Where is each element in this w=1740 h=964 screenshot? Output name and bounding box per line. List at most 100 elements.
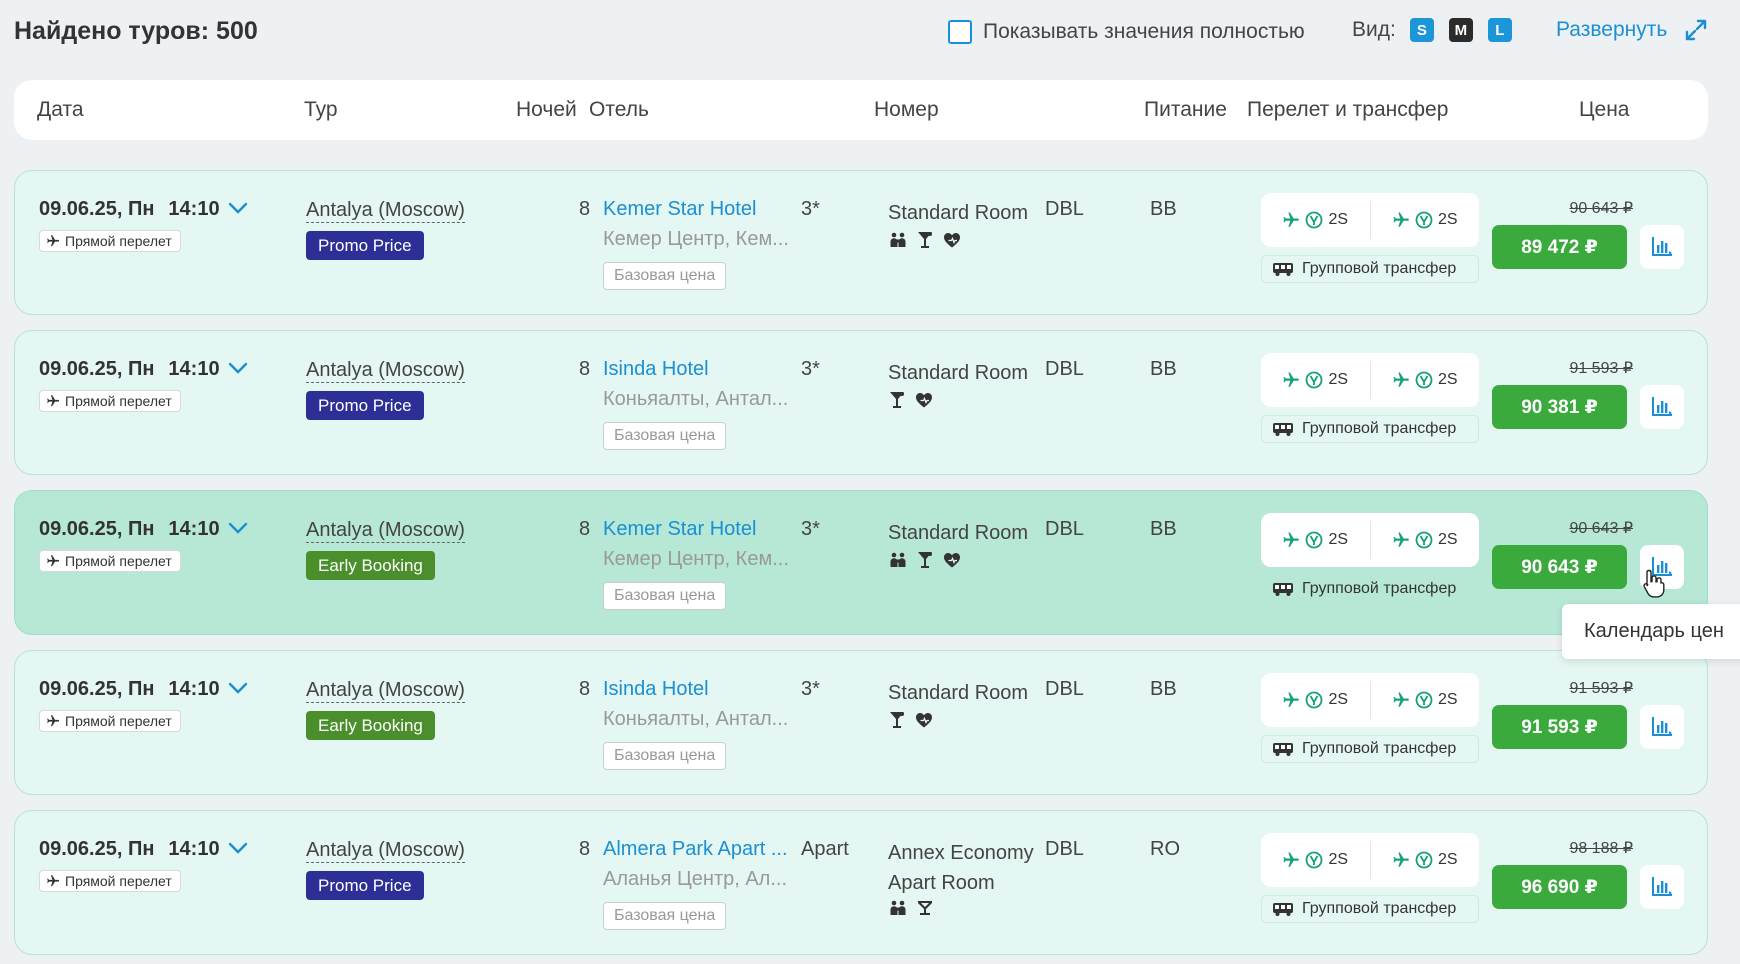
- old-price: 90 643 ₽: [1569, 200, 1633, 217]
- base-price-badge: Базовая цена: [603, 902, 727, 930]
- flight-info[interactable]: 2S 2S: [1261, 833, 1479, 887]
- direct-flight-badge: Прямой перелет: [39, 390, 181, 412]
- bus-icon: [1273, 743, 1293, 756]
- flight-outbound-carrier: 2S: [1328, 211, 1349, 228]
- plane-icon: [1393, 532, 1409, 547]
- view-label: Вид:: [1352, 18, 1396, 41]
- tour-tag: Promo Price: [306, 391, 424, 420]
- tour-row[interactable]: 09.06.25, Пн 14:10 Прямой перелет Antaly…: [14, 490, 1708, 635]
- flight-info[interactable]: 2S 2S: [1261, 513, 1479, 567]
- plane-icon: [47, 235, 60, 247]
- show-full-values-toggle[interactable]: Показывать значения полностью: [948, 20, 1305, 44]
- flight-return: 2S: [1371, 691, 1480, 709]
- flight-outbound: 2S: [1261, 691, 1370, 709]
- room-accommodation: DBL: [1045, 518, 1084, 540]
- hotel-link[interactable]: Kemer Star Hotel: [603, 518, 756, 541]
- room-name: Standard Room: [888, 518, 1028, 548]
- results-toolbar: Найдено туров: 500 Показывать значения п…: [0, 0, 1740, 64]
- transfer-info: Групповой трансфер: [1261, 575, 1479, 603]
- flight-outbound-carrier: 2S: [1328, 531, 1349, 548]
- hotel-location: Кемер Центр, Кем...: [603, 228, 789, 250]
- direct-flight-badge: Прямой перелет: [39, 550, 181, 572]
- plane-icon: [47, 715, 60, 727]
- hotel-link[interactable]: Isinda Hotel: [603, 678, 709, 701]
- room-name-line1: Standard Room: [888, 522, 1029, 544]
- price-calendar-button[interactable]: [1640, 225, 1684, 269]
- tour-row[interactable]: 09.06.25, Пн 14:10 Прямой перелет Antaly…: [14, 650, 1708, 795]
- price-calendar-button[interactable]: [1640, 385, 1684, 429]
- price-button[interactable]: 96 690 ₽: [1492, 865, 1627, 909]
- price-button[interactable]: 91 593 ₽: [1492, 705, 1627, 749]
- room-accommodation: DBL: [1045, 838, 1084, 860]
- price-button[interactable]: 90 381 ₽: [1492, 385, 1627, 429]
- hotel-link[interactable]: Kemer Star Hotel: [603, 198, 756, 221]
- tour-name[interactable]: Antalya (Moscow): [306, 838, 465, 863]
- price-button[interactable]: 89 472 ₽: [1492, 225, 1627, 269]
- hotel-link[interactable]: Isinda Hotel: [603, 358, 709, 381]
- departure-date: 09.06.25, Пн 14:10: [39, 838, 248, 861]
- tour-row[interactable]: 09.06.25, Пн 14:10 Прямой перелет Antaly…: [14, 330, 1708, 475]
- carrier-icon: [1415, 851, 1433, 869]
- flight-return: 2S: [1371, 851, 1480, 869]
- tour-name[interactable]: Antalya (Moscow): [306, 358, 465, 383]
- expand-row-button[interactable]: [228, 678, 248, 701]
- flight-return: 2S: [1371, 371, 1480, 389]
- flight-info[interactable]: 2S 2S: [1261, 353, 1479, 407]
- tour-tag: Promo Price: [306, 871, 424, 900]
- tour-tag: Promo Price: [306, 231, 424, 260]
- old-price: 91 593 ₽: [1569, 680, 1633, 697]
- direct-flight-badge: Прямой перелет: [39, 230, 181, 252]
- view-size-m-button[interactable]: M: [1448, 18, 1473, 42]
- hotel-link[interactable]: Almera Park Apart ...: [603, 838, 788, 861]
- price-calendar-button[interactable]: [1640, 705, 1684, 749]
- transfer-info: Групповой трансфер: [1261, 735, 1479, 763]
- room-name: Standard Room: [888, 678, 1028, 708]
- results-count: Найдено туров: 500: [14, 17, 258, 45]
- flight-info[interactable]: 2S 2S: [1261, 193, 1479, 247]
- tour-name[interactable]: Antalya (Moscow): [306, 198, 465, 223]
- flight-return-carrier: 2S: [1437, 691, 1458, 708]
- bus-icon: [1273, 423, 1293, 436]
- plane-icon: [1283, 532, 1300, 547]
- room-amenities: family-iconcocktail-iconheart-icon: [889, 551, 961, 569]
- heart-icon: [944, 553, 960, 568]
- room-accommodation: DBL: [1045, 198, 1084, 220]
- plane-icon: [1283, 692, 1300, 707]
- view-size-l-button[interactable]: L: [1487, 18, 1512, 42]
- room-amenities: cocktail-iconheart-icon: [889, 391, 933, 409]
- time-text: 14:10: [168, 678, 220, 700]
- flight-info[interactable]: 2S 2S: [1261, 673, 1479, 727]
- col-nights: Ночей: [516, 98, 577, 121]
- room-amenities: family-iconcocktail-iconheart-icon: [889, 231, 961, 249]
- expand-row-button[interactable]: [228, 358, 248, 381]
- transfer-label: Групповой трансфер: [1302, 420, 1457, 437]
- meal-plan: BB: [1150, 358, 1177, 380]
- tour-name[interactable]: Antalya (Moscow): [306, 678, 465, 703]
- expand-row-button[interactable]: [228, 838, 248, 861]
- tour-name[interactable]: Antalya (Moscow): [306, 518, 465, 543]
- base-price-badge: Базовая цена: [603, 742, 727, 770]
- tour-row[interactable]: 09.06.25, Пн 14:10 Прямой перелет Antaly…: [14, 810, 1708, 955]
- transfer-label: Групповой трансфер: [1302, 260, 1457, 277]
- direct-flight-label: Прямой перелет: [65, 393, 172, 409]
- hotel-location: Кемер Центр, Кем...: [603, 548, 789, 570]
- plane-icon: [1283, 852, 1300, 867]
- price-calendar-button[interactable]: [1640, 865, 1684, 909]
- price-button[interactable]: 90 643 ₽: [1492, 545, 1627, 589]
- plane-icon: [47, 395, 60, 407]
- col-price: Цена: [1579, 98, 1630, 121]
- show-full-checkbox[interactable]: [948, 20, 972, 44]
- expand-link[interactable]: Развернуть: [1556, 18, 1707, 42]
- col-flight: Перелет и трансфер: [1247, 98, 1449, 121]
- meal-plan: BB: [1150, 518, 1177, 540]
- family-icon: [890, 552, 906, 567]
- old-price: 91 593 ₽: [1569, 360, 1633, 377]
- meal-plan: RO: [1150, 838, 1180, 860]
- tour-row[interactable]: 09.06.25, Пн 14:10 Прямой перелет Antaly…: [14, 170, 1708, 315]
- expand-row-button[interactable]: [228, 518, 248, 541]
- view-size-s-button[interactable]: S: [1409, 18, 1434, 42]
- date-text: 09.06.25, Пн: [39, 198, 155, 220]
- room-amenities: family-iconlounge-icon: [889, 900, 933, 916]
- expand-row-button[interactable]: [228, 198, 248, 221]
- base-price-badge: Базовая цена: [603, 422, 727, 450]
